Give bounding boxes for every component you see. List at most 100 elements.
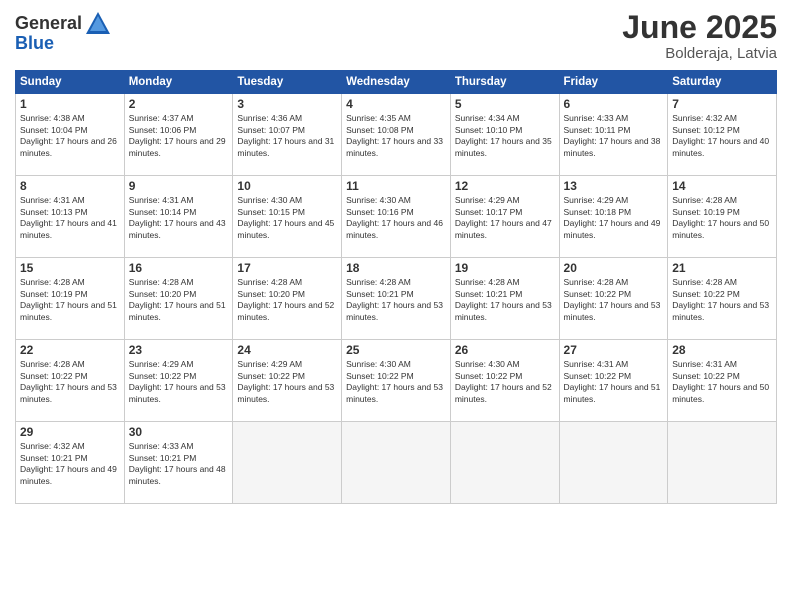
cell-text: Sunrise: 4:37 AMSunset: 10:06 PMDaylight… [129, 113, 229, 159]
calendar-cell: 11Sunrise: 4:30 AMSunset: 10:16 PMDaylig… [342, 176, 451, 258]
day-number: 28 [672, 343, 772, 357]
day-number: 25 [346, 343, 446, 357]
header-sunday: Sunday [16, 71, 125, 94]
day-number: 4 [346, 97, 446, 111]
day-number: 8 [20, 179, 120, 193]
calendar-cell: 21Sunrise: 4:28 AMSunset: 10:22 PMDaylig… [668, 258, 777, 340]
header-saturday: Saturday [668, 71, 777, 94]
cell-text: Sunrise: 4:28 AMSunset: 10:20 PMDaylight… [129, 277, 229, 323]
calendar-cell [559, 422, 668, 504]
cell-text: Sunrise: 4:32 AMSunset: 10:12 PMDaylight… [672, 113, 772, 159]
calendar-cell: 1Sunrise: 4:38 AMSunset: 10:04 PMDayligh… [16, 94, 125, 176]
day-number: 3 [237, 97, 337, 111]
calendar-cell: 2 Sunrise: 4:37 AMSunset: 10:06 PMDayligh… [124, 94, 233, 176]
day-number: 19 [455, 261, 555, 275]
cell-text: Sunrise: 4:28 AMSunset: 10:20 PMDaylight… [237, 277, 337, 323]
day-number: 29 [20, 425, 120, 439]
logo-general-text: General [15, 14, 82, 34]
calendar-cell: 28 Sunrise: 4:31 AMSunset: 10:22 PMDaylig… [668, 340, 777, 422]
cell-text: Sunrise: 4:31 AMSunset: 10:22 PMDaylight… [672, 359, 772, 405]
calendar-cell: 8Sunrise: 4:31 AMSunset: 10:13 PMDayligh… [16, 176, 125, 258]
calendar-cell: 30 Sunrise: 4:33 AMSunset: 10:21 PMDaylig… [124, 422, 233, 504]
calendar-cell: 7 Sunrise: 4:32 AMSunset: 10:12 PMDayligh… [668, 94, 777, 176]
day-number: 16 [129, 261, 229, 275]
cell-text: Sunrise: 4:30 AMSunset: 10:16 PMDaylight… [346, 195, 446, 241]
calendar-cell: 26 Sunrise: 4:30 AMSunset: 10:22 PMDaylig… [450, 340, 559, 422]
day-number: 30 [129, 425, 229, 439]
cell-text: Sunrise: 4:29 AMSunset: 10:17 PMDaylight… [455, 195, 555, 241]
header-wednesday: Wednesday [342, 71, 451, 94]
calendar-week-5: 29 Sunrise: 4:32 AMSunset: 10:21 PMDaylig… [16, 422, 777, 504]
cell-text: Sunrise: 4:30 AMSunset: 10:22 PMDaylight… [346, 359, 446, 405]
day-number: 2 [129, 97, 229, 111]
day-number: 10 [237, 179, 337, 193]
title-month: June 2025 [622, 10, 777, 45]
cell-text: Sunrise: 4:31 AMSunset: 10:14 PMDaylight… [129, 195, 229, 241]
calendar-cell: 24 Sunrise: 4:29 AMSunset: 10:22 PMDaylig… [233, 340, 342, 422]
cell-text: Sunrise: 4:35 AMSunset: 10:08 PMDaylight… [346, 113, 446, 159]
cell-text: Sunrise: 4:34 AMSunset: 10:10 PMDaylight… [455, 113, 555, 159]
day-number: 21 [672, 261, 772, 275]
calendar-cell: 22 Sunrise: 4:28 AMSunset: 10:22 PMDaylig… [16, 340, 125, 422]
calendar-cell: 20Sunrise: 4:28 AMSunset: 10:22 PMDaylig… [559, 258, 668, 340]
calendar-cell: 3 Sunrise: 4:36 AMSunset: 10:07 PMDayligh… [233, 94, 342, 176]
day-number: 22 [20, 343, 120, 357]
logo-blue-text: Blue [15, 34, 54, 54]
calendar-table: Sunday Monday Tuesday Wednesday Thursday… [15, 70, 777, 504]
calendar-cell: 27Sunrise: 4:31 AMSunset: 10:22 PMDaylig… [559, 340, 668, 422]
calendar-week-1: 1Sunrise: 4:38 AMSunset: 10:04 PMDayligh… [16, 94, 777, 176]
calendar-cell: 15 Sunrise: 4:28 AMSunset: 10:19 PMDaylig… [16, 258, 125, 340]
day-number: 1 [20, 97, 120, 111]
cell-text: Sunrise: 4:30 AMSunset: 10:22 PMDaylight… [455, 359, 555, 405]
header-thursday: Thursday [450, 71, 559, 94]
day-number: 5 [455, 97, 555, 111]
calendar-cell [668, 422, 777, 504]
calendar-header-row: Sunday Monday Tuesday Wednesday Thursday… [16, 71, 777, 94]
header-friday: Friday [559, 71, 668, 94]
day-number: 26 [455, 343, 555, 357]
logo-icon [84, 10, 112, 38]
header-monday: Monday [124, 71, 233, 94]
cell-text: Sunrise: 4:31 AMSunset: 10:22 PMDaylight… [564, 359, 664, 405]
header-tuesday: Tuesday [233, 71, 342, 94]
title-location: Bolderaja, Latvia [622, 45, 777, 62]
cell-text: Sunrise: 4:33 AMSunset: 10:21 PMDaylight… [129, 441, 229, 487]
cell-text: Sunrise: 4:33 AMSunset: 10:11 PMDaylight… [564, 113, 664, 159]
calendar-cell: 29 Sunrise: 4:32 AMSunset: 10:21 PMDaylig… [16, 422, 125, 504]
day-number: 17 [237, 261, 337, 275]
calendar-cell: 14Sunrise: 4:28 AMSunset: 10:19 PMDaylig… [668, 176, 777, 258]
logo: General Blue [15, 10, 112, 54]
cell-text: Sunrise: 4:29 AMSunset: 10:22 PMDaylight… [129, 359, 229, 405]
page: General Blue June 2025 Bolderaja, Latvia… [0, 0, 792, 612]
day-number: 24 [237, 343, 337, 357]
day-number: 9 [129, 179, 229, 193]
cell-text: Sunrise: 4:29 AMSunset: 10:22 PMDaylight… [237, 359, 337, 405]
cell-text: Sunrise: 4:28 AMSunset: 10:22 PMDaylight… [20, 359, 120, 405]
calendar-cell [342, 422, 451, 504]
calendar-cell: 18Sunrise: 4:28 AMSunset: 10:21 PMDaylig… [342, 258, 451, 340]
day-number: 13 [564, 179, 664, 193]
calendar-week-2: 8Sunrise: 4:31 AMSunset: 10:13 PMDayligh… [16, 176, 777, 258]
day-number: 12 [455, 179, 555, 193]
title-block: June 2025 Bolderaja, Latvia [622, 10, 777, 62]
cell-text: Sunrise: 4:28 AMSunset: 10:19 PMDaylight… [20, 277, 120, 323]
cell-text: Sunrise: 4:36 AMSunset: 10:07 PMDaylight… [237, 113, 337, 159]
calendar-cell [233, 422, 342, 504]
day-number: 14 [672, 179, 772, 193]
cell-text: Sunrise: 4:28 AMSunset: 10:21 PMDaylight… [346, 277, 446, 323]
calendar-cell [450, 422, 559, 504]
header: General Blue June 2025 Bolderaja, Latvia [15, 10, 777, 62]
calendar-cell: 19Sunrise: 4:28 AMSunset: 10:21 PMDaylig… [450, 258, 559, 340]
calendar-week-4: 22 Sunrise: 4:28 AMSunset: 10:22 PMDaylig… [16, 340, 777, 422]
calendar-cell: 16 Sunrise: 4:28 AMSunset: 10:20 PMDaylig… [124, 258, 233, 340]
day-number: 15 [20, 261, 120, 275]
day-number: 7 [672, 97, 772, 111]
cell-text: Sunrise: 4:28 AMSunset: 10:22 PMDaylight… [564, 277, 664, 323]
calendar-cell: 17 Sunrise: 4:28 AMSunset: 10:20 PMDaylig… [233, 258, 342, 340]
day-number: 6 [564, 97, 664, 111]
calendar-cell: 6 Sunrise: 4:33 AMSunset: 10:11 PMDayligh… [559, 94, 668, 176]
cell-text: Sunrise: 4:32 AMSunset: 10:21 PMDaylight… [20, 441, 120, 487]
cell-text: Sunrise: 4:29 AMSunset: 10:18 PMDaylight… [564, 195, 664, 241]
calendar-cell: 9 Sunrise: 4:31 AMSunset: 10:14 PMDayligh… [124, 176, 233, 258]
calendar-cell: 12 Sunrise: 4:29 AMSunset: 10:17 PMDaylig… [450, 176, 559, 258]
